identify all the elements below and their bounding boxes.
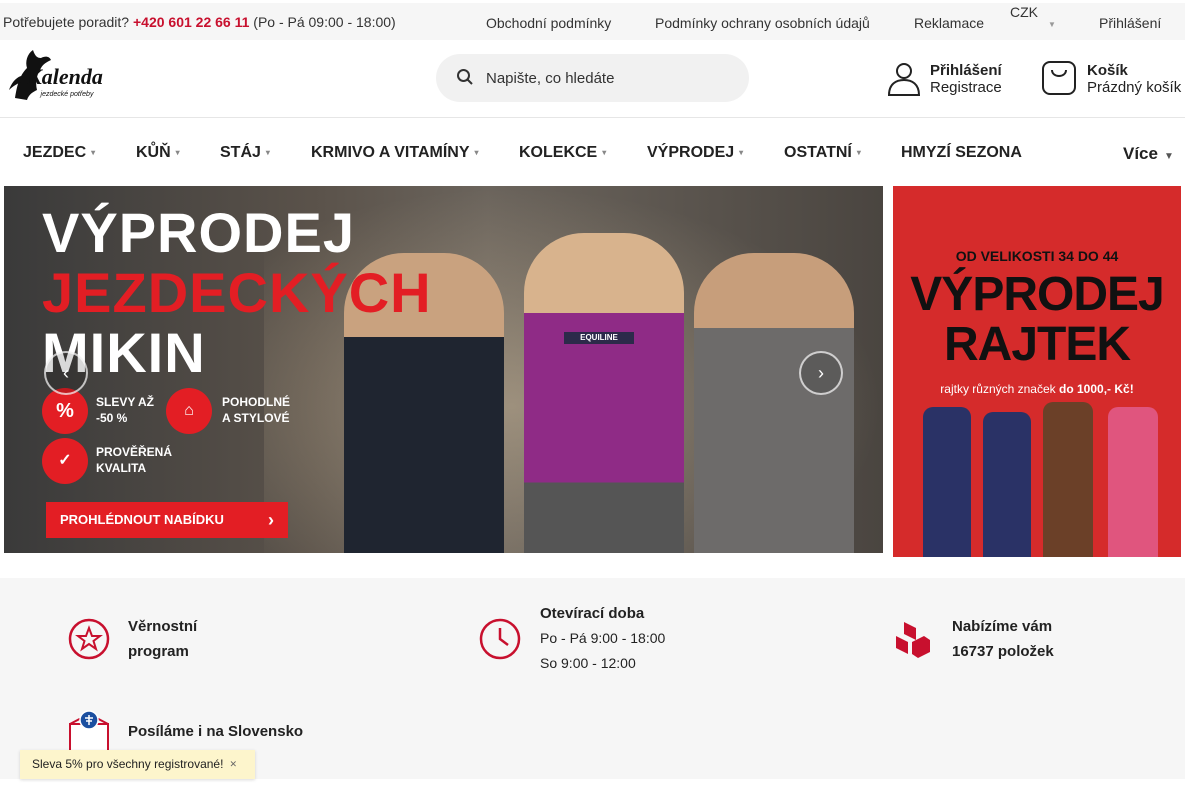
search-icon[interactable] — [456, 68, 474, 86]
loyalty-program[interactable]: Věrnostní program — [128, 614, 197, 664]
nav-item-ostatni[interactable]: OSTATNÍ ▾ — [784, 144, 861, 162]
hero-banner[interactable]: EQUILINE VÝPRODEJ JEZDECKÝCH MIKIN % SLE… — [4, 186, 883, 553]
nav-more[interactable]: Více ▼ — [1123, 144, 1174, 164]
side-banner[interactable]: OD VELIKOSTI 34 DO 44 VÝPRODEJ RAJTEK ra… — [893, 186, 1181, 557]
account-login[interactable]: Přihlášení — [930, 62, 1002, 79]
complaints-link[interactable]: Reklamace — [914, 15, 984, 31]
hours-saturday: So 9:00 - 12:00 — [540, 655, 636, 671]
nav-label: KRMIVO A VITAMÍNY — [311, 144, 470, 161]
breeches-brown — [1043, 402, 1093, 557]
side-subtitle-a: rajtky různých značek — [940, 382, 1059, 396]
nav-label: VÝPRODEJ — [647, 144, 735, 161]
loyalty-line-1: Věrnostní — [128, 618, 198, 635]
feature-comfort: POHODLNÉ A STYLOVÉ — [222, 395, 291, 425]
main-nav: JEZDEC ▾ KŮŇ ▾ STÁJ ▾ KRMIVO A VITAMÍNY ▾ KO… — [0, 118, 1185, 184]
side-title-1: VÝPRODEJ — [910, 268, 1164, 321]
nav-label: KOLEKCE — [519, 144, 598, 161]
nav-item-hmyzi-sezona[interactable]: HMYZÍ SEZONA — [901, 144, 1022, 162]
cart-title: Košík — [1087, 62, 1128, 79]
model-grey-hoodie — [694, 253, 854, 553]
chevron-down-icon: ▼ — [1163, 151, 1174, 162]
browse-offer-button[interactable]: PROHLÉDNOUT NABÍDKU › — [46, 502, 288, 538]
phone-link[interactable]: +420 601 22 66 11 — [133, 14, 249, 30]
currency-selector[interactable]: CZK ▼ — [1010, 4, 1056, 29]
model-purple-sweater — [524, 233, 684, 553]
hours-title: Otevírací doba — [540, 605, 645, 622]
search-input[interactable] — [486, 66, 736, 90]
chevron-down-icon: ▾ — [856, 148, 861, 158]
horse-logo-icon: Kalenda jezdecké potřeby — [9, 50, 103, 100]
hanger-icon: ⌂ — [166, 388, 212, 434]
help-line: Potřebujete poradit? +420 601 22 66 11 (… — [3, 14, 396, 30]
nav-label: OSTATNÍ — [784, 144, 852, 161]
cta-label: PROHLÉDNOUT NABÍDKU — [60, 512, 224, 527]
offer-line-2: 16737 položek — [952, 643, 1054, 660]
nav-item-krmivo[interactable]: KRMIVO A VITAMÍNY ▾ — [311, 144, 479, 162]
side-size-text: OD VELIKOSTI 34 DO 44 — [955, 248, 1119, 264]
chevron-down-icon: ▾ — [739, 148, 744, 158]
promo-text: Sleva 5% pro všechny registrované! — [32, 757, 224, 771]
cart-status: Prázdný košík — [1087, 79, 1182, 96]
close-icon[interactable]: ✕ — [229, 750, 237, 779]
chevron-down-icon: ▾ — [175, 148, 180, 158]
top-bar: Potřebujete poradit? +420 601 22 66 11 (… — [0, 3, 1185, 40]
side-subtitle-b: do 1000,- Kč! — [1059, 382, 1134, 396]
boxes-icon — [896, 622, 930, 658]
user-icon — [887, 63, 921, 96]
logo-sub: jezdecké potřeby — [40, 91, 94, 98]
nav-item-staj[interactable]: STÁJ ▾ — [220, 144, 270, 162]
breeches-pink — [1108, 407, 1158, 557]
slovakia-box-icon — [69, 710, 109, 753]
carousel-prev-button[interactable]: ‹ — [44, 351, 88, 395]
feature-discount: SLEVY AŽ -50 % — [96, 395, 155, 425]
nav-item-jezdec[interactable]: JEZDEC ▾ — [23, 144, 95, 162]
help-prefix: Potřebujete poradit? — [3, 14, 130, 30]
privacy-link[interactable]: Podmínky ochrany osobních údajů — [655, 15, 870, 31]
breeches-navy-2 — [983, 412, 1031, 557]
offer-line-1: Nabízíme vám — [952, 618, 1053, 635]
terms-link[interactable]: Obchodní podmínky — [486, 15, 611, 31]
top-login-link[interactable]: Přihlášení — [1099, 15, 1161, 31]
currency-label: CZK — [1010, 4, 1038, 20]
logo-text: Kalenda — [26, 64, 103, 89]
nav-more-label: Více — [1123, 144, 1158, 163]
hours-weekday: Po - Pá 9:00 - 18:00 — [540, 630, 666, 646]
feature-quality: PROVĚŘENÁ KVALITA — [96, 445, 173, 475]
clock-icon — [479, 618, 521, 660]
carousel-next-button[interactable]: › — [799, 351, 843, 395]
banner-line-1: VÝPRODEJ — [42, 201, 355, 264]
nav-label: JEZDEC — [23, 144, 87, 161]
chevron-down-icon: ▾ — [91, 148, 96, 158]
help-hours: (Po - Pá 09:00 - 18:00) — [253, 14, 396, 30]
chevron-down-icon: ▾ — [265, 148, 270, 158]
chevron-down-icon: ▾ — [474, 148, 479, 158]
nav-item-kun[interactable]: KŮŇ ▾ — [136, 144, 180, 162]
side-title-2: RAJTEK — [943, 318, 1131, 371]
breeches-navy — [923, 407, 971, 557]
star-icon — [68, 618, 110, 660]
ship-to-slovakia: Posíláme i na Slovensko — [128, 723, 304, 740]
loyalty-line-2: program — [128, 643, 189, 660]
site-logo[interactable]: Kalenda jezdecké potřeby — [7, 46, 117, 104]
nav-item-kolekce[interactable]: KOLEKCE ▾ — [519, 144, 606, 162]
chevron-down-icon: ▼ — [1048, 20, 1056, 29]
nav-label: STÁJ — [220, 144, 261, 161]
search-box — [436, 54, 749, 102]
sweater-brand: EQUILINE — [564, 332, 634, 344]
chevron-right-icon: › — [268, 510, 274, 530]
info-band: Věrnostní program Otevírací doba Po - Pá… — [0, 578, 1185, 779]
chevron-down-icon: ▾ — [602, 148, 607, 158]
shopping-bag-icon — [1042, 61, 1076, 95]
nav-label: HMYZÍ SEZONA — [901, 144, 1022, 161]
side-subtitle: rajtky různých značek do 1000,- Kč! — [893, 382, 1181, 396]
product-count: Nabízíme vám 16737 položek — [952, 614, 1054, 664]
nav-label: KŮŇ — [136, 144, 171, 161]
nav-item-vyprodej[interactable]: VÝPRODEJ ▾ — [647, 144, 743, 162]
account-register[interactable]: Registrace — [930, 79, 1002, 96]
opening-hours: Otevírací doba Po - Pá 9:00 - 18:00 So 9… — [540, 601, 665, 676]
promo-bar[interactable]: Sleva 5% pro všechny registrované! ✕ — [20, 750, 255, 779]
shield-icon: ✓ — [42, 438, 88, 484]
banner-line-2: JEZDECKÝCH — [42, 261, 432, 324]
